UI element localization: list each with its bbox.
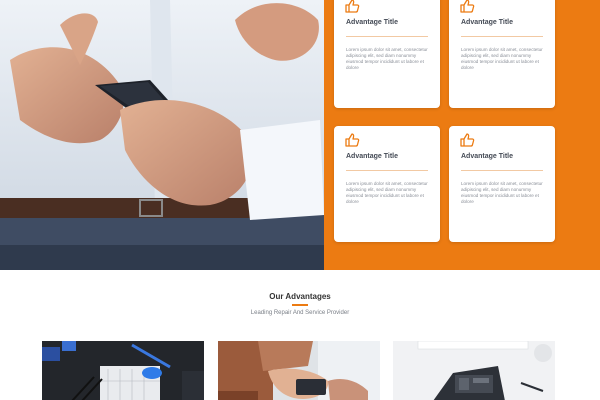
advantage-card-text: Lorem ipsum dolor sit amet, consectetur … [346,47,428,70]
thumbs-up-icon [460,0,475,13]
advantage-card-title: Advantage Title [346,19,398,26]
section-subtitle: Leading Repair And Service Provider [250,310,350,316]
advantage-card-text: Lorem ipsum dolor sit amet, consectetur … [346,181,428,204]
section-title-underline [292,304,308,306]
advantage-card-4[interactable]: Advantage Title Lorem ipsum dolor sit am… [449,126,555,242]
page: Advantage Title Lorem ipsum dolor sit am… [0,0,600,400]
card-divider [461,36,543,37]
card-divider [461,170,543,171]
gallery-image-device-internals[interactable] [393,341,555,400]
card-divider [346,170,428,171]
advantage-card-3[interactable]: Advantage Title Lorem ipsum dolor sit am… [334,126,440,242]
gallery-image-repair-tools[interactable] [42,341,204,400]
advantage-card-text: Lorem ipsum dolor sit amet, consectetur … [461,181,543,204]
advantage-card-title: Advantage Title [461,153,513,160]
thumbs-up-icon [345,0,360,13]
advantage-card-2[interactable]: Advantage Title Lorem ipsum dolor sit am… [449,0,555,108]
thumbs-up-icon [345,133,360,147]
section-title: Our Advantages [269,292,331,301]
hero-section: Advantage Title Lorem ipsum dolor sit am… [0,0,600,270]
advantage-card-title: Advantage Title [461,19,513,26]
thumbs-up-icon [460,133,475,147]
card-divider [346,36,428,37]
advantage-card-title: Advantage Title [346,153,398,160]
advantage-card-1[interactable]: Advantage Title Lorem ipsum dolor sit am… [334,0,440,108]
gallery-image-phone-handover[interactable] [218,341,380,400]
advantage-card-text: Lorem ipsum dolor sit amet, consectetur … [461,47,543,70]
hero-photo-business-hands-phone [0,0,324,270]
